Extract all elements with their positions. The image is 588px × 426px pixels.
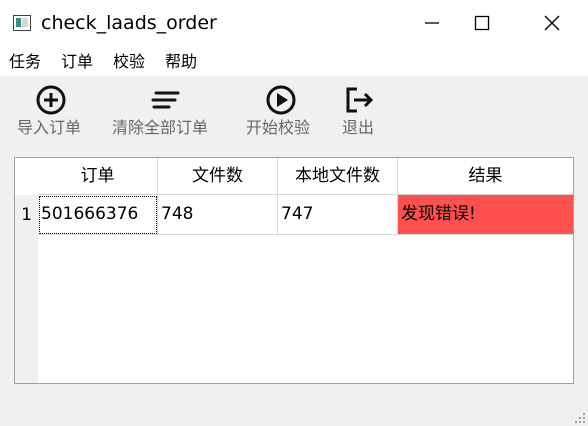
menu-help[interactable]: 帮助 bbox=[165, 51, 197, 73]
clear-all-orders-label: 清除全部订单 bbox=[112, 118, 209, 137]
toolbar: 导入订单 清除全部订单 开始校验 退出 bbox=[0, 76, 588, 144]
exit-label: 退出 bbox=[342, 118, 375, 137]
maximize-button[interactable] bbox=[458, 0, 504, 46]
column-header-order[interactable]: 订单 bbox=[38, 158, 158, 195]
plus-circle-icon bbox=[36, 85, 66, 115]
column-header-file-count[interactable]: 文件数 bbox=[158, 158, 278, 195]
play-circle-icon bbox=[266, 85, 296, 115]
resize-grip-icon[interactable] bbox=[574, 412, 586, 424]
minimize-button[interactable] bbox=[412, 0, 458, 46]
minimize-icon bbox=[425, 22, 439, 24]
cell-result[interactable]: 发现错误! bbox=[398, 195, 573, 235]
column-header-local-file-count[interactable]: 本地文件数 bbox=[278, 158, 398, 195]
close-icon bbox=[544, 15, 560, 31]
column-header-result[interactable]: 结果 bbox=[398, 158, 573, 195]
cell-order[interactable]: 501666376 bbox=[38, 195, 158, 235]
menu-order[interactable]: 订单 bbox=[61, 51, 93, 73]
maximize-icon bbox=[474, 15, 490, 31]
import-order-button[interactable]: 导入订单 bbox=[17, 76, 89, 144]
menu-task[interactable]: 任务 bbox=[9, 51, 41, 73]
exit-button[interactable]: 退出 bbox=[342, 76, 382, 144]
cell-local-file-count[interactable]: 747 bbox=[278, 195, 398, 235]
menu-verify[interactable]: 校验 bbox=[113, 51, 145, 73]
window-title: check_laads_order bbox=[41, 12, 217, 34]
start-verify-button[interactable]: 开始校验 bbox=[246, 76, 320, 144]
app-icon bbox=[13, 15, 31, 31]
import-order-label: 导入订单 bbox=[17, 118, 82, 137]
cell-file-count[interactable]: 748 bbox=[158, 195, 278, 235]
start-verify-label: 开始校验 bbox=[246, 118, 311, 137]
exit-icon bbox=[346, 87, 374, 113]
row-header[interactable]: 1 bbox=[15, 195, 38, 235]
clear-lines-icon bbox=[151, 91, 180, 109]
clear-all-orders-button[interactable]: 清除全部订单 bbox=[112, 76, 222, 144]
close-button[interactable] bbox=[530, 0, 576, 46]
table-corner-button[interactable] bbox=[15, 158, 39, 195]
title-bar: check_laads_order bbox=[0, 0, 588, 46]
menu-bar: 任务 订单 校验 帮助 bbox=[0, 46, 588, 76]
orders-table[interactable]: 订单 文件数 本地文件数 结果 1 501666376 748 747 发现错误… bbox=[14, 157, 574, 384]
